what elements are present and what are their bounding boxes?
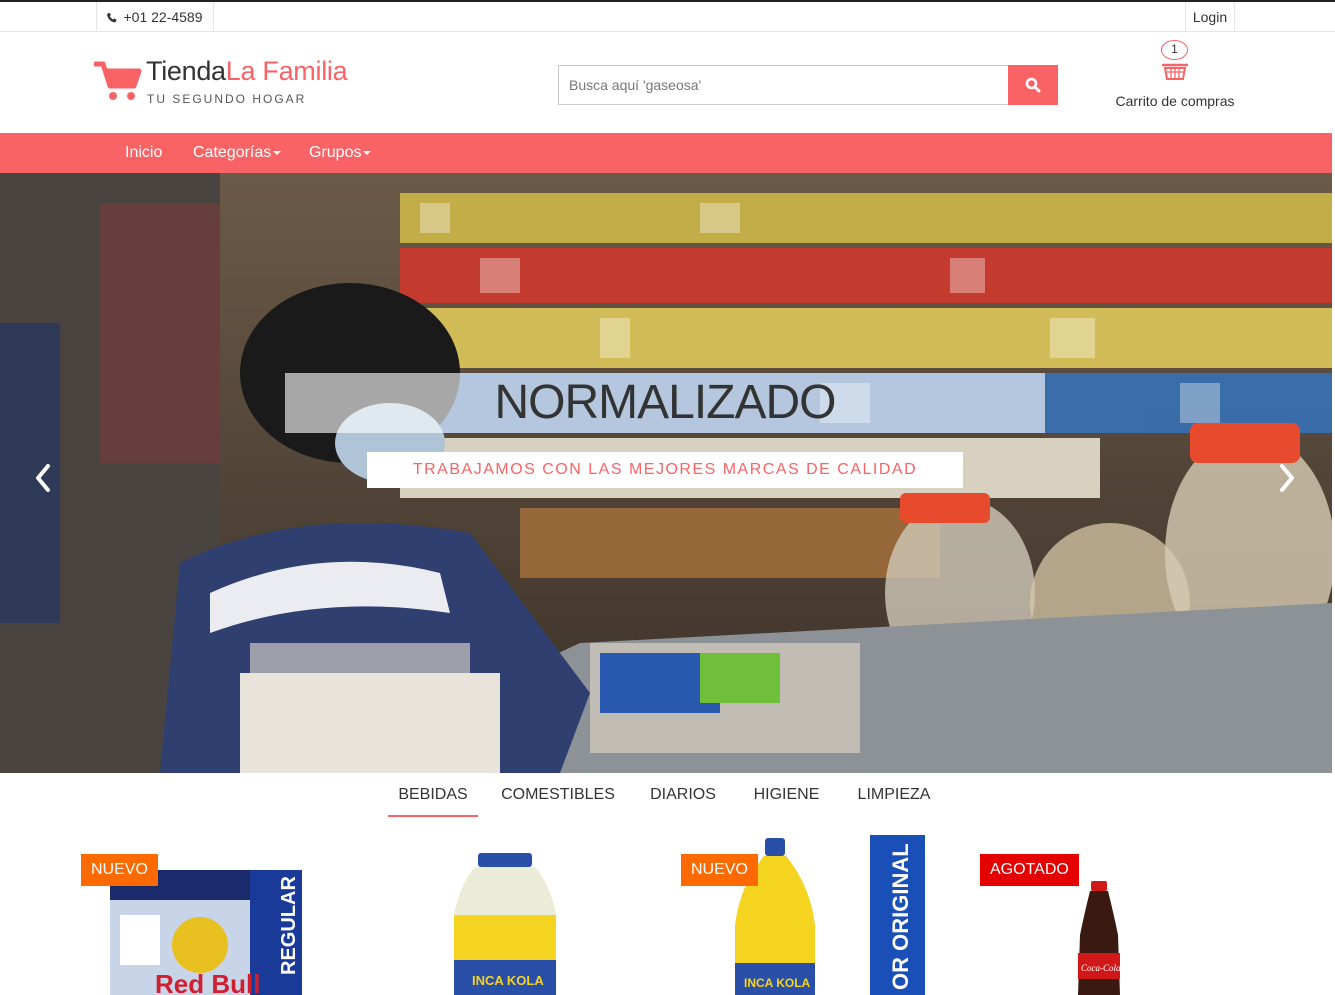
- tab-comestibles[interactable]: COMESTIBLES: [493, 773, 623, 817]
- caret-down-icon: [363, 150, 372, 155]
- search-button[interactable]: [1008, 65, 1058, 105]
- brand-logo[interactable]: TiendaLa Familia TU SEGUNDO HOGAR: [94, 56, 374, 112]
- carousel-next-button[interactable]: [1272, 458, 1302, 498]
- product-brand-text: INCA KOLA: [472, 973, 544, 988]
- product-card[interactable]: INCA KOLA: [380, 835, 650, 995]
- product-badge: NUEVO: [81, 854, 158, 886]
- product-brand-text: INCA KOLA: [744, 976, 811, 990]
- product-card[interactable]: NUEVO Red Bull REGULAR: [80, 835, 350, 995]
- phone-info: +01 22-4589: [96, 2, 214, 32]
- basket-icon: [1162, 63, 1188, 80]
- login-link[interactable]: Login: [1185, 2, 1235, 32]
- search-bar: [558, 65, 1058, 105]
- product-badge: AGOTADO: [980, 854, 1079, 886]
- main-nav: Inicio Categorías Grupos: [0, 133, 1332, 173]
- phone-icon: [107, 12, 118, 22]
- nav-item-inicio[interactable]: Inicio: [125, 133, 162, 173]
- product-grid: NUEVO Red Bull REGULAR INCA KOLA NUEVO I…: [0, 835, 1335, 995]
- chevron-right-icon: [1280, 464, 1294, 492]
- search-icon: [1025, 77, 1041, 93]
- nav-item-grupos[interactable]: Grupos: [309, 133, 372, 173]
- product-image: INCA KOLA: [454, 853, 556, 995]
- tab-limpieza[interactable]: LIMPIEZA: [848, 773, 940, 817]
- search-input[interactable]: [558, 65, 1008, 105]
- nav-item-categorias[interactable]: Categorías: [193, 133, 282, 173]
- product-image-text: OR ORIGINAL: [888, 843, 913, 990]
- tab-higiene[interactable]: HIGIENE: [744, 773, 829, 817]
- cart-count-badge: 1: [1161, 40, 1188, 60]
- tab-diarios[interactable]: DIARIOS: [640, 773, 726, 817]
- brand-tagline: TU SEGUNDO HOGAR: [147, 92, 307, 106]
- hero-title: NORMALIZADO: [285, 373, 1045, 433]
- product-card[interactable]: AGOTADO Coca-Cola: [980, 835, 1250, 995]
- caret-down-icon: [273, 150, 282, 155]
- carousel-prev-button[interactable]: [28, 458, 58, 498]
- brand-name: TiendaLa Familia: [146, 56, 348, 86]
- chevron-left-icon: [36, 464, 50, 492]
- product-brand-text: Red Bull: [155, 969, 260, 995]
- hero-carousel: NORMALIZADO TRABAJAMOS CON LAS MEJORES M…: [0, 173, 1332, 773]
- tab-bebidas[interactable]: BEBIDAS: [388, 773, 478, 817]
- product-image-text: REGULAR: [278, 876, 300, 975]
- cart-label: Carrito de compras: [1115, 93, 1235, 109]
- category-tabs: BEBIDAS COMESTIBLES DIARIOS HIGIENE LIMP…: [0, 773, 1335, 819]
- product-card[interactable]: NUEVO INCA KOLA OR ORIGINAL: [680, 835, 950, 995]
- hero-subtitle: TRABAJAMOS CON LAS MEJORES MARCAS DE CAL…: [367, 452, 963, 488]
- site-header: TiendaLa Familia TU SEGUNDO HOGAR 1 Carr…: [0, 32, 1335, 133]
- phone-number: +01 22-4589: [123, 9, 203, 25]
- shopping-cart-button[interactable]: 1 Carrito de compras: [1112, 40, 1238, 109]
- product-badge: NUEVO: [681, 854, 758, 886]
- top-bar: +01 22-4589 Login: [0, 0, 1335, 32]
- shopping-cart-logo-icon: [94, 61, 142, 100]
- product-brand-text: Coca-Cola: [1081, 963, 1121, 973]
